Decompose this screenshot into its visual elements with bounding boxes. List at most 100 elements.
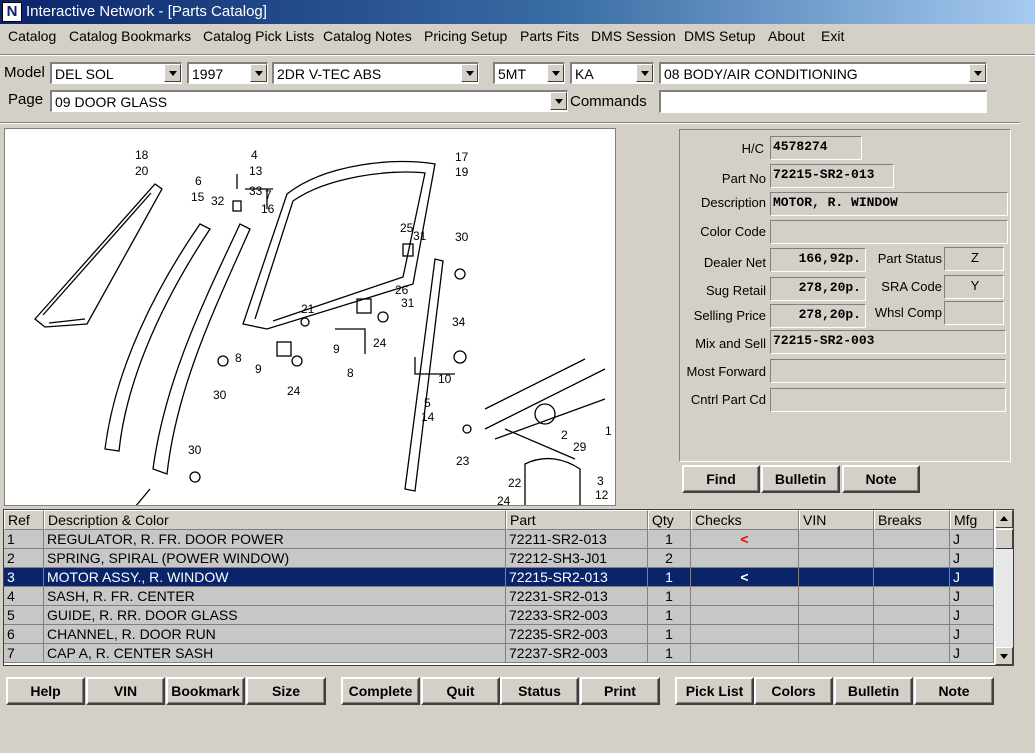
year-select[interactable]: 1997 (187, 62, 268, 84)
callout-25[interactable]: 25 (400, 221, 414, 235)
callout-2[interactable]: 2 (561, 428, 568, 442)
find-button[interactable]: Find (682, 465, 760, 493)
menu-parts-fits[interactable]: Parts Fits (520, 27, 579, 45)
callout-32[interactable]: 32 (211, 194, 225, 208)
menu-catalog-bookmarks[interactable]: Catalog Bookmarks (69, 27, 191, 45)
callout-26[interactable]: 26 (395, 283, 409, 297)
callout-18[interactable]: 18 (135, 148, 149, 162)
commands-input[interactable] (659, 90, 987, 113)
callout-29[interactable]: 29 (573, 440, 587, 454)
callout-30b[interactable]: 30 (213, 388, 227, 402)
callout-31a[interactable]: 31 (413, 229, 427, 243)
col-checks[interactable]: Checks (691, 510, 799, 530)
table-row[interactable]: 3 MOTOR ASSY., R. WINDOW 72215-SR2-013 1 < J (4, 568, 994, 587)
detail-note-button[interactable]: Note (842, 465, 920, 493)
callout-7[interactable]: 7 (265, 188, 272, 202)
chevron-down-icon[interactable] (550, 92, 567, 110)
col-breaks[interactable]: Breaks (874, 510, 950, 530)
callout-4[interactable]: 4 (251, 148, 258, 162)
table-row[interactable]: 6 CHANNEL, R. DOOR RUN 72235-SR2-003 1 J (4, 625, 994, 644)
callout-33[interactable]: 33 (249, 184, 263, 198)
menu-dms-setup[interactable]: DMS Setup (684, 27, 756, 45)
callout-10[interactable]: 10 (438, 372, 452, 386)
callout-17[interactable]: 17 (455, 150, 469, 164)
menu-exit[interactable]: Exit (821, 27, 844, 45)
callout-1[interactable]: 1 (605, 424, 612, 438)
print-button[interactable]: Print (580, 677, 660, 705)
detail-bulletin-button[interactable]: Bulletin (761, 465, 840, 493)
chevron-down-icon[interactable] (969, 64, 986, 82)
callout-34[interactable]: 34 (452, 315, 466, 329)
chevron-down-icon[interactable] (636, 64, 653, 82)
bulletin-button[interactable]: Bulletin (834, 677, 913, 705)
chevron-down-icon[interactable] (461, 64, 478, 82)
chevron-down-icon[interactable] (250, 64, 267, 82)
status-button[interactable]: Status (500, 677, 579, 705)
col-vin[interactable]: VIN (799, 510, 874, 530)
menu-about[interactable]: About (768, 27, 805, 45)
parts-diagram[interactable]: 18 20 6 15 4 13 33 7 16 32 17 19 25 31 3… (4, 128, 616, 506)
callout-9a[interactable]: 9 (333, 342, 340, 356)
callout-16[interactable]: 16 (261, 202, 275, 216)
callout-13[interactable]: 13 (249, 164, 263, 178)
col-qty[interactable]: Qty (648, 510, 691, 530)
menu-dms-session[interactable]: DMS Session (591, 27, 676, 45)
callout-14[interactable]: 14 (421, 410, 435, 424)
callout-31b[interactable]: 31 (401, 296, 415, 310)
page-select[interactable]: 09 DOOR GLASS (50, 90, 568, 112)
callout-30a[interactable]: 30 (455, 230, 469, 244)
scroll-thumb[interactable] (995, 529, 1013, 549)
complete-button[interactable]: Complete (341, 677, 420, 705)
model-select[interactable]: DEL SOL (50, 62, 182, 84)
menu-catalog-notes[interactable]: Catalog Notes (323, 27, 412, 45)
chevron-down-icon[interactable] (164, 64, 181, 82)
colors-button[interactable]: Colors (754, 677, 833, 705)
transmission-select[interactable]: 5MT (493, 62, 565, 84)
callout-3[interactable]: 3 (597, 474, 604, 488)
callout-19[interactable]: 19 (455, 165, 469, 179)
chevron-down-icon[interactable] (547, 64, 564, 82)
callout-30c[interactable]: 30 (188, 443, 202, 457)
table-row[interactable]: 2 SPRING, SPIRAL (POWER WINDOW) 72212-SH3-… (4, 549, 994, 568)
callout-21[interactable]: 21 (301, 302, 315, 316)
help-button[interactable]: Help (6, 677, 85, 705)
callout-5[interactable]: 5 (424, 396, 431, 410)
title-bar[interactable]: N Interactive Network - [Parts Catalog] (0, 0, 1035, 24)
note-button[interactable]: Note (914, 677, 994, 705)
table-row[interactable]: 7 CAP A, R. CENTER SASH 72237-SR2-003 1 J (4, 644, 994, 663)
size-button[interactable]: Size (246, 677, 326, 705)
callout-8a[interactable]: 8 (235, 351, 242, 365)
callout-9b[interactable]: 9 (255, 362, 262, 376)
section-select[interactable]: 08 BODY/AIR CONDITIONING (659, 62, 987, 84)
pick-list-button[interactable]: Pick List (675, 677, 754, 705)
grid-scrollbar[interactable] (995, 510, 1013, 665)
menu-catalog-pick-lists[interactable]: Catalog Pick Lists (203, 27, 314, 45)
callout-20[interactable]: 20 (135, 164, 149, 178)
col-description[interactable]: Description & Color (44, 510, 506, 530)
parts-grid[interactable]: Ref Description & Color Part Qty Checks … (3, 509, 1014, 666)
callout-12[interactable]: 12 (595, 488, 609, 502)
callout-24b[interactable]: 24 (287, 384, 301, 398)
quit-button[interactable]: Quit (421, 677, 500, 705)
callout-24a[interactable]: 24 (373, 336, 387, 350)
scroll-up-icon[interactable] (995, 510, 1013, 528)
col-part[interactable]: Part (506, 510, 648, 530)
vin-button[interactable]: VIN (86, 677, 165, 705)
bookmark-button[interactable]: Bookmark (166, 677, 245, 705)
callout-6[interactable]: 6 (195, 174, 202, 188)
menu-pricing-setup[interactable]: Pricing Setup (424, 27, 507, 45)
area-select[interactable]: KA (570, 62, 654, 84)
menu-catalog[interactable]: Catalog (8, 27, 56, 45)
scroll-down-icon[interactable] (995, 647, 1013, 665)
callout-22[interactable]: 22 (508, 476, 522, 490)
col-ref[interactable]: Ref (4, 510, 44, 530)
col-mfg[interactable]: Mfg (950, 510, 994, 530)
callout-23[interactable]: 23 (456, 454, 470, 468)
callout-24c[interactable]: 24 (497, 494, 511, 506)
table-row[interactable]: 5 GUIDE, R. RR. DOOR GLASS 72233-SR2-003 1 J (4, 606, 994, 625)
table-row[interactable]: 1 REGULATOR, R. FR. DOOR POWER 72211-SR2-0… (4, 530, 994, 549)
table-row[interactable]: 4 SASH, R. FR. CENTER 72231-SR2-013 1 J (4, 587, 994, 606)
callout-8b[interactable]: 8 (347, 366, 354, 380)
body-select[interactable]: 2DR V-TEC ABS (272, 62, 479, 84)
callout-15[interactable]: 15 (191, 190, 205, 204)
